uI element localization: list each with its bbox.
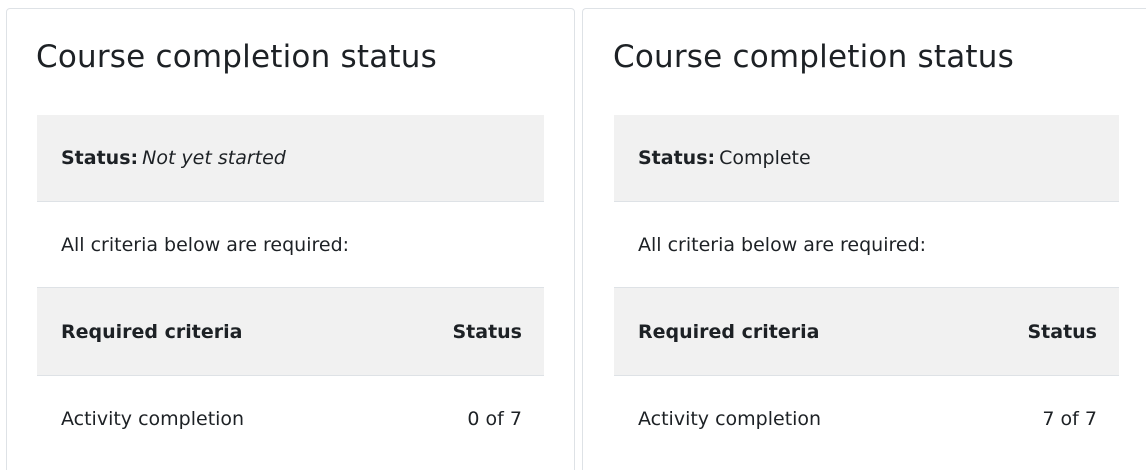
status-value: Not yet started bbox=[142, 147, 286, 169]
panel-title: Course completion status bbox=[36, 39, 437, 75]
table-row: Activity completion 0 of 7 bbox=[37, 376, 544, 462]
column-header-status: Status bbox=[1027, 320, 1097, 343]
requirement-note: All criteria below are required: bbox=[61, 233, 350, 256]
status-value: Complete bbox=[719, 147, 811, 169]
requirement-note-row: All criteria below are required: bbox=[37, 202, 544, 288]
criteria-status-cell: 7 of 7 bbox=[1042, 408, 1097, 430]
table-header-row: Required criteria Status bbox=[37, 288, 544, 376]
table-row: Activity completion 7 of 7 bbox=[614, 376, 1119, 462]
status-label: Status: bbox=[638, 147, 716, 169]
column-header-required-criteria: Required criteria bbox=[638, 320, 820, 343]
criteria-cell: Activity completion bbox=[638, 408, 822, 430]
requirement-note: All criteria below are required: bbox=[638, 233, 927, 256]
completion-status-comparison: Course completion status Status: Not yet … bbox=[0, 0, 1146, 470]
requirement-note-row: All criteria below are required: bbox=[614, 202, 1119, 288]
course-completion-panel-complete: Course completion status Status: Complete… bbox=[582, 8, 1146, 470]
column-header-required-criteria: Required criteria bbox=[61, 320, 243, 343]
status-line: Status: Not yet started bbox=[61, 147, 286, 169]
completion-table: Status: Not yet started All criteria belo… bbox=[37, 115, 544, 462]
criteria-cell: Activity completion bbox=[61, 408, 245, 430]
status-label: Status: bbox=[61, 147, 139, 169]
table-header-row: Required criteria Status bbox=[614, 288, 1119, 376]
status-line: Status: Complete bbox=[638, 147, 811, 169]
criteria-status-cell: 0 of 7 bbox=[467, 408, 522, 430]
column-header-status: Status bbox=[452, 320, 522, 343]
panel-title: Course completion status bbox=[613, 39, 1014, 75]
status-row: Status: Complete bbox=[614, 115, 1119, 202]
completion-table: Status: Complete All criteria below are r… bbox=[614, 115, 1119, 462]
course-completion-panel-not-started: Course completion status Status: Not yet … bbox=[6, 8, 575, 470]
status-row: Status: Not yet started bbox=[37, 115, 544, 202]
